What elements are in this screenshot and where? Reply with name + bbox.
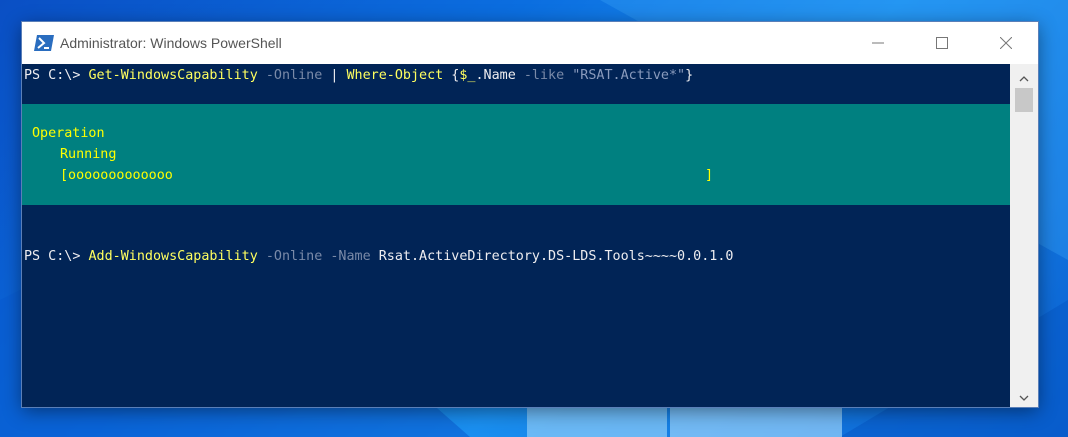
brace: } — [685, 68, 694, 83]
minimize-button[interactable] — [846, 22, 910, 64]
cmdlet: Where-Object — [346, 68, 444, 83]
window-title: Administrator: Windows PowerShell — [60, 35, 282, 51]
variable: $_ — [459, 68, 476, 83]
scroll-down-button[interactable] — [1010, 385, 1038, 405]
title-bar[interactable]: Administrator: Windows PowerShell — [22, 22, 1038, 64]
cmdlet: Add-WindowsCapability — [88, 249, 258, 264]
pipe: | — [322, 68, 347, 83]
parameter: -Name — [322, 249, 371, 264]
prompt: PS C:\> — [24, 249, 89, 264]
chevron-down-icon — [1019, 386, 1029, 405]
minimize-icon — [872, 34, 884, 53]
prompt: PS C:\> — [24, 68, 89, 83]
parameter: -Online — [257, 249, 323, 264]
scroll-up-button[interactable] — [1010, 66, 1038, 86]
string-literal: "RSAT.Active*" — [572, 68, 686, 83]
progress-label: Operation — [32, 126, 105, 141]
parameter: -Online — [257, 68, 323, 83]
cmdlet: Get-WindowsCapability — [88, 68, 258, 83]
argument: Rsat.ActiveDirectory.DS-LDS.Tools~~~~0.0… — [370, 249, 734, 264]
close-icon — [999, 34, 1013, 53]
maximize-icon — [936, 34, 948, 53]
progress-status: Running — [60, 147, 117, 162]
command-line-2: PS C:\> Add-WindowsCapability -Online -N… — [24, 247, 733, 267]
vertical-scrollbar[interactable] — [1010, 64, 1038, 407]
progress-bar: [ooooooooooooo ] — [60, 168, 714, 183]
property: .Name — [475, 68, 516, 83]
progress-panel: Operation Running [ooooooooooooo ] — [22, 104, 1010, 205]
operator: -like — [515, 68, 573, 83]
console-output[interactable]: PS C:\> Get-WindowsCapability -Online | … — [22, 64, 1010, 407]
chevron-up-icon — [1019, 67, 1029, 86]
powershell-icon — [34, 35, 54, 51]
maximize-button[interactable] — [910, 22, 974, 64]
brace: { — [443, 68, 460, 83]
close-button[interactable] — [974, 22, 1038, 64]
scroll-thumb[interactable] — [1015, 88, 1033, 112]
command-line-1: PS C:\> Get-WindowsCapability -Online | … — [24, 66, 693, 86]
powershell-window: Administrator: Windows PowerShell PS C:\… — [22, 22, 1038, 407]
